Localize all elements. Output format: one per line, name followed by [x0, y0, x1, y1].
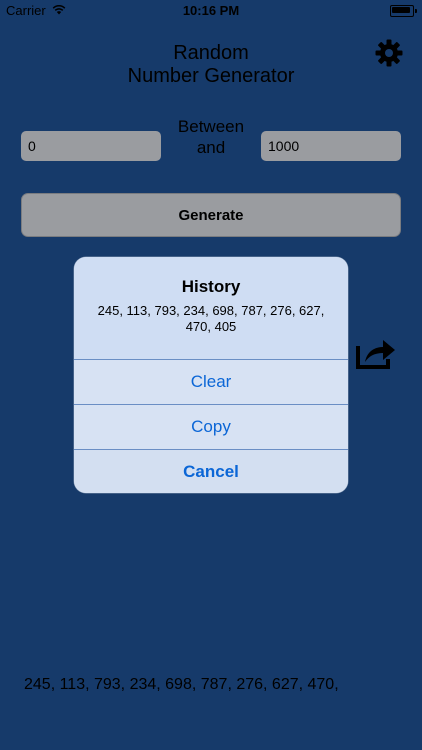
- copy-button[interactable]: Copy: [74, 405, 348, 449]
- generate-button[interactable]: Generate: [21, 193, 401, 237]
- cancel-button[interactable]: Cancel: [74, 450, 348, 493]
- clear-button[interactable]: Clear: [74, 360, 348, 404]
- app-title-line2: Number Generator: [127, 65, 295, 87]
- status-time: 10:16 PM: [182, 3, 240, 18]
- range-label: Between and: [170, 116, 252, 158]
- share-icon[interactable]: [355, 334, 397, 370]
- result-text: 245, 113, 793, 234, 698, 787, 276, 627, …: [24, 676, 339, 693]
- gear-icon[interactable]: [374, 38, 404, 68]
- battery-icon: [390, 5, 417, 17]
- app-title-line1: Random: [173, 42, 249, 64]
- app-title: Random Number Generator: [0, 42, 422, 88]
- min-value-field[interactable]: 0: [21, 131, 161, 161]
- max-value-field[interactable]: 1000: [261, 131, 401, 161]
- alert-title: History: [181, 277, 241, 296]
- history-alert: History 245, 113, 793, 234, 698, 787, 27…: [74, 257, 348, 493]
- alert-message: 245, 113, 793, 234, 698, 787, 276, 627, …: [97, 303, 325, 334]
- and-label: and: [196, 138, 226, 157]
- status-bar: Carrier 10:16 PM: [0, 0, 422, 22]
- between-label: Between: [177, 117, 245, 136]
